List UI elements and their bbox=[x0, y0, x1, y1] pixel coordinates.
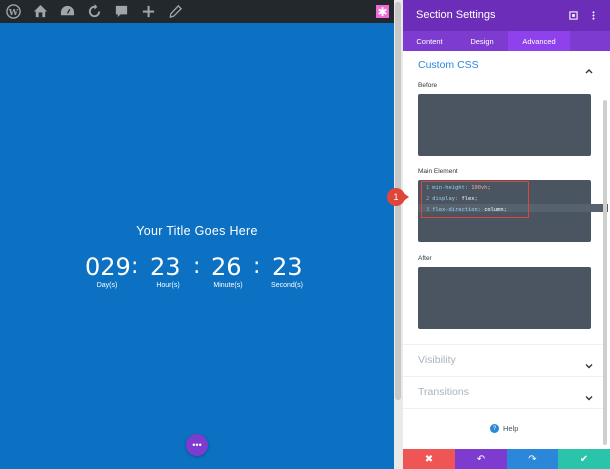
star-button[interactable]: ✱ bbox=[376, 5, 389, 18]
help-icon: ? bbox=[490, 424, 499, 433]
help-label: Help bbox=[503, 424, 519, 433]
countdown-minutes-label: Minute(s) bbox=[213, 282, 243, 289]
page-canvas: Your Title Goes Here 029 : 23 : 26 : 23 … bbox=[0, 23, 394, 469]
plus-icon[interactable] bbox=[135, 0, 161, 23]
panel-scrollbar[interactable] bbox=[603, 100, 607, 445]
panel-footer: ✖ ↶ ↷ ✔ bbox=[403, 449, 610, 469]
more-options-button[interactable]: ••• bbox=[186, 434, 208, 456]
countdown-seconds: 23 bbox=[272, 253, 303, 281]
tab-advanced[interactable]: Advanced bbox=[508, 31, 570, 51]
custom-css-heading[interactable]: Custom CSS bbox=[418, 59, 479, 71]
section-divider bbox=[403, 408, 603, 409]
builder-toolbar: W bbox=[0, 0, 394, 23]
highlighted-code[interactable]: 1 min-height: 100vh; 2 display: flex; 3 fle… bbox=[421, 181, 529, 218]
cancel-button[interactable]: ✖ bbox=[403, 449, 455, 469]
more-vertical-icon[interactable] bbox=[586, 8, 600, 22]
countdown-minutes: 26 bbox=[211, 253, 242, 281]
save-button[interactable]: ✔ bbox=[558, 449, 610, 469]
main-element-label: Main Element bbox=[418, 168, 458, 175]
settings-panel: Section Settings Content Design Advanced… bbox=[403, 0, 610, 469]
countdown-hours: 23 bbox=[150, 253, 181, 281]
sitemap-icon[interactable] bbox=[27, 0, 53, 23]
help-link[interactable]: ? Help bbox=[490, 424, 518, 433]
code-line: 2 display: flex; bbox=[426, 196, 478, 202]
countdown-separator: : bbox=[131, 254, 139, 279]
countdown-seconds-label: Second(s) bbox=[271, 282, 303, 289]
comment-icon[interactable] bbox=[108, 0, 134, 23]
transitions-heading[interactable]: Transitions bbox=[418, 386, 469, 398]
panel-header: Section Settings bbox=[403, 0, 610, 31]
chevron-down-icon[interactable] bbox=[585, 357, 593, 369]
code-line: 3 flex-direction: column; bbox=[426, 207, 507, 213]
before-css-field[interactable] bbox=[418, 94, 591, 156]
countdown-days-label: Day(s) bbox=[96, 282, 118, 289]
after-css-field[interactable] bbox=[418, 267, 591, 329]
section-divider bbox=[403, 376, 603, 377]
expand-icon[interactable] bbox=[566, 8, 580, 22]
svg-text:W: W bbox=[7, 7, 18, 17]
visibility-heading[interactable]: Visibility bbox=[418, 354, 456, 366]
wordpress-icon[interactable]: W bbox=[0, 0, 26, 23]
refresh-icon[interactable] bbox=[81, 0, 107, 23]
countdown-days: 029 bbox=[85, 253, 131, 281]
tab-content[interactable]: Content bbox=[403, 31, 456, 51]
redo-button[interactable]: ↷ bbox=[507, 449, 558, 469]
countdown-hours-label: Hour(s) bbox=[156, 282, 180, 289]
dashboard-icon[interactable] bbox=[54, 0, 80, 23]
module-title[interactable]: Your Title Goes Here bbox=[0, 224, 394, 238]
panel-tabs: Content Design Advanced bbox=[403, 31, 610, 51]
countdown-timer: 029 : 23 : 26 : 23 Day(s) Hour(s) Minute… bbox=[80, 253, 310, 293]
badge-pointer bbox=[402, 192, 409, 202]
canvas-scrollbar[interactable] bbox=[394, 0, 403, 469]
panel-title: Section Settings bbox=[416, 9, 496, 21]
tab-design[interactable]: Design bbox=[456, 31, 508, 51]
countdown-separator: : bbox=[193, 254, 201, 279]
undo-button[interactable]: ↶ bbox=[455, 449, 507, 469]
code-line: 1 min-height: 100vh; bbox=[426, 185, 491, 191]
edit-icon[interactable] bbox=[162, 0, 188, 23]
after-label: After bbox=[418, 255, 432, 262]
chevron-down-icon[interactable] bbox=[585, 389, 593, 401]
countdown-separator: : bbox=[253, 254, 261, 279]
chevron-up-icon[interactable] bbox=[585, 62, 593, 74]
before-label: Before bbox=[418, 82, 438, 89]
section-divider bbox=[403, 344, 603, 345]
